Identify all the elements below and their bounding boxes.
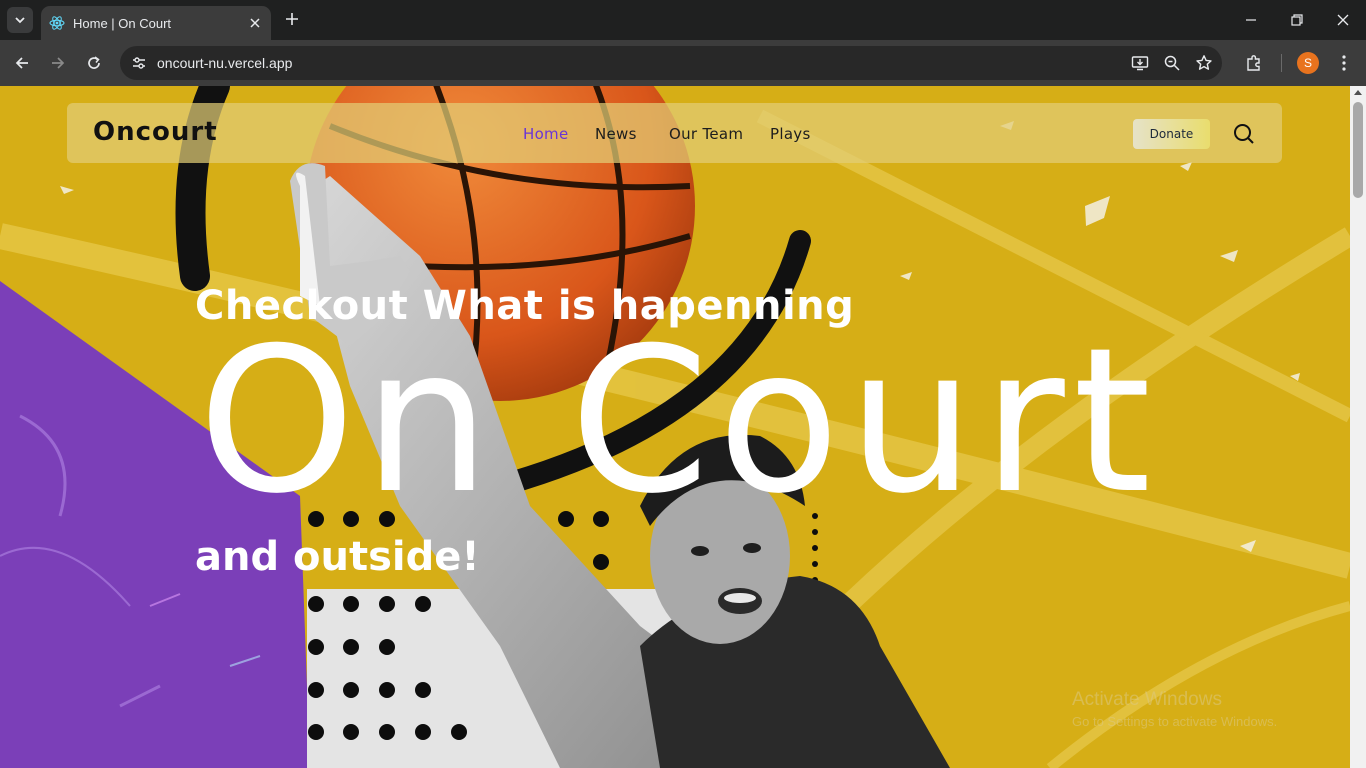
site-navbar: Oncourt Home News Our Team Plays Donate xyxy=(67,103,1282,163)
site-info-button[interactable] xyxy=(126,50,152,76)
tune-icon xyxy=(133,57,145,69)
reload-button[interactable] xyxy=(81,50,107,76)
react-icon xyxy=(49,16,65,30)
more-vert-icon xyxy=(1342,55,1346,71)
tab-search-button[interactable] xyxy=(7,7,33,33)
install-icon xyxy=(1131,56,1149,71)
donate-button[interactable]: Donate xyxy=(1133,119,1210,149)
minimize-button[interactable] xyxy=(1228,0,1274,40)
new-tab-button[interactable] xyxy=(281,8,303,30)
chevron-down-icon xyxy=(15,17,25,24)
back-button[interactable] xyxy=(9,50,35,76)
close-icon xyxy=(1337,14,1349,26)
arrow-right-icon xyxy=(52,57,65,69)
search-icon xyxy=(1234,124,1254,144)
arrow-left-icon xyxy=(15,57,28,69)
site-logo[interactable]: Oncourt xyxy=(93,117,218,147)
restore-button[interactable] xyxy=(1274,0,1320,40)
close-window-button[interactable] xyxy=(1320,0,1366,40)
toolbar-separator xyxy=(1281,54,1282,72)
star-icon xyxy=(1196,55,1212,70)
close-icon xyxy=(250,18,260,28)
reload-icon xyxy=(88,56,100,69)
browser-tab[interactable]: Home | On Court xyxy=(41,6,271,40)
profile-avatar[interactable]: S xyxy=(1297,52,1319,74)
windows-activation-subtitle: Go to Settings to activate Windows. xyxy=(1072,714,1278,729)
restore-icon xyxy=(1291,14,1303,26)
minimize-icon xyxy=(1246,19,1256,21)
hero-title: On Court xyxy=(198,305,1160,538)
browser-toolbar: oncourt-nu.vercel.app S xyxy=(0,40,1366,86)
browser-tab-bar: Home | On Court xyxy=(0,0,1366,40)
nav-link-plays[interactable]: Plays xyxy=(770,125,811,143)
search-button[interactable] xyxy=(1232,122,1256,146)
nav-link-our-team[interactable]: Our Team xyxy=(669,125,743,143)
scroll-thumb[interactable] xyxy=(1353,102,1363,198)
hero-subline: and outside! xyxy=(195,534,480,580)
bookmark-button[interactable] xyxy=(1192,51,1216,75)
tab-close-button[interactable] xyxy=(245,13,265,33)
puzzle-icon xyxy=(1247,55,1260,71)
scroll-up-arrow[interactable] xyxy=(1354,90,1362,95)
browser-menu-button[interactable] xyxy=(1331,50,1357,76)
tab-title: Home | On Court xyxy=(73,15,172,31)
address-bar[interactable]: oncourt-nu.vercel.app xyxy=(120,46,1222,80)
install-app-button[interactable] xyxy=(1128,51,1152,75)
zoom-button[interactable] xyxy=(1160,51,1184,75)
nav-link-home[interactable]: Home xyxy=(523,125,569,143)
page-scrollbar[interactable] xyxy=(1350,86,1366,768)
windows-activation-title: Activate Windows xyxy=(1072,689,1222,710)
extensions-button[interactable] xyxy=(1241,50,1267,76)
forward-button[interactable] xyxy=(45,50,71,76)
page-viewport: Oncourt Home News Our Team Plays Donate … xyxy=(0,86,1350,768)
url-text: oncourt-nu.vercel.app xyxy=(157,55,293,71)
plus-icon xyxy=(286,13,298,25)
nav-link-news[interactable]: News xyxy=(595,125,637,143)
zoom-icon xyxy=(1164,55,1180,71)
